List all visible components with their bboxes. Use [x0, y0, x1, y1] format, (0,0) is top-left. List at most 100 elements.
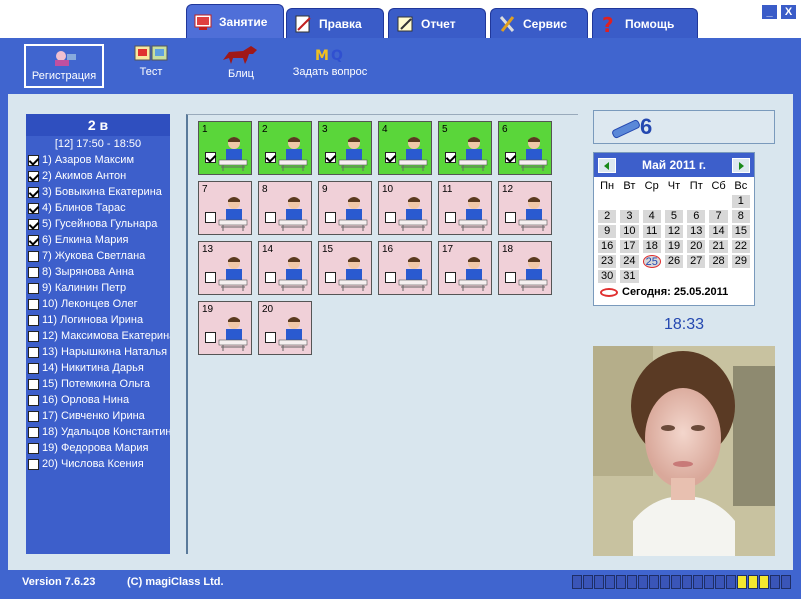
- calendar-day[interactable]: 10: [620, 225, 639, 238]
- student-checkbox[interactable]: [28, 202, 39, 214]
- computer-tile[interactable]: 12: [498, 181, 552, 235]
- computer-checkbox[interactable]: [205, 332, 216, 343]
- tab-edit[interactable]: Правка: [286, 8, 384, 38]
- calendar-day[interactable]: 4: [642, 210, 661, 223]
- computer-tile[interactable]: 16: [378, 241, 432, 295]
- calendar-day[interactable]: 5: [664, 210, 684, 223]
- calendar-day[interactable]: 15: [731, 225, 750, 238]
- calendar-day[interactable]: 30: [598, 270, 617, 283]
- computer-checkbox[interactable]: [505, 152, 516, 163]
- ask-question-button[interactable]: M Q Задать вопрос: [288, 44, 372, 88]
- student-checkbox[interactable]: [28, 458, 39, 470]
- calendar-day[interactable]: 13: [687, 225, 706, 238]
- student-item[interactable]: 3) Бовыкина Екатерина: [26, 184, 170, 200]
- calendar-day[interactable]: 27: [687, 255, 706, 268]
- computer-checkbox[interactable]: [325, 272, 336, 283]
- student-checkbox[interactable]: [28, 394, 39, 406]
- computer-checkbox[interactable]: [325, 152, 336, 163]
- student-checkbox[interactable]: [28, 378, 39, 390]
- calendar-day[interactable]: 17: [620, 240, 639, 253]
- student-item[interactable]: 15) Потемкина Ольга: [26, 376, 170, 392]
- computer-checkbox[interactable]: [205, 152, 216, 163]
- computer-tile[interactable]: 13: [198, 241, 252, 295]
- computer-tile[interactable]: 1: [198, 121, 252, 175]
- computer-checkbox[interactable]: [325, 212, 336, 223]
- student-checkbox[interactable]: [28, 282, 39, 294]
- computer-tile[interactable]: 4: [378, 121, 432, 175]
- student-item[interactable]: 6) Елкина Мария: [26, 232, 170, 248]
- student-checkbox[interactable]: [28, 154, 39, 166]
- computer-tile[interactable]: 17: [438, 241, 492, 295]
- computer-tile[interactable]: 15: [318, 241, 372, 295]
- test-button[interactable]: Тест: [126, 44, 176, 88]
- calendar-day[interactable]: 6: [687, 210, 706, 223]
- student-item[interactable]: 16) Орлова Нина: [26, 392, 170, 408]
- computer-checkbox[interactable]: [445, 272, 456, 283]
- registration-button[interactable]: Регистрация: [24, 44, 104, 88]
- calendar-day[interactable]: 14: [709, 225, 728, 238]
- student-item[interactable]: 11) Логинова Ирина: [26, 312, 170, 328]
- computer-tile[interactable]: 9: [318, 181, 372, 235]
- computer-tile[interactable]: 7: [198, 181, 252, 235]
- student-item[interactable]: 18) Удальцов Константин: [26, 424, 170, 440]
- calendar-day[interactable]: 18: [642, 240, 661, 253]
- computer-checkbox[interactable]: [265, 272, 276, 283]
- calendar-day[interactable]: 3: [620, 210, 639, 223]
- student-checkbox[interactable]: [28, 330, 39, 342]
- calendar-day[interactable]: 11: [642, 225, 661, 238]
- computer-tile[interactable]: 10: [378, 181, 432, 235]
- calendar-day[interactable]: 12: [664, 225, 684, 238]
- student-checkbox[interactable]: [28, 234, 39, 246]
- student-item[interactable]: 5) Гусейнова Гульнара: [26, 216, 170, 232]
- student-item[interactable]: 4) Блинов Тарас: [26, 200, 170, 216]
- student-item[interactable]: 19) Федорова Мария: [26, 440, 170, 456]
- student-item[interactable]: 12) Максимова Екатерина: [26, 328, 170, 344]
- calendar-day[interactable]: 25: [642, 255, 661, 268]
- student-item[interactable]: 13) Нарышкина Наталья: [26, 344, 170, 360]
- calendar-day[interactable]: 1: [731, 195, 750, 208]
- calendar-day[interactable]: 22: [731, 240, 750, 253]
- computer-tile[interactable]: 5: [438, 121, 492, 175]
- calendar-day[interactable]: 29: [731, 255, 750, 268]
- student-checkbox[interactable]: [28, 266, 39, 278]
- student-item[interactable]: 9) Калинин Петр: [26, 280, 170, 296]
- calendar-day[interactable]: 24: [620, 255, 639, 268]
- student-checkbox[interactable]: [28, 298, 39, 310]
- tab-service[interactable]: Сервис: [490, 8, 588, 38]
- computer-tile[interactable]: 3: [318, 121, 372, 175]
- computer-checkbox[interactable]: [445, 152, 456, 163]
- computer-checkbox[interactable]: [385, 272, 396, 283]
- tab-lesson[interactable]: Занятие: [186, 4, 284, 38]
- student-checkbox[interactable]: [28, 170, 39, 182]
- computer-checkbox[interactable]: [505, 212, 516, 223]
- student-item[interactable]: 10) Леконцев Олег: [26, 296, 170, 312]
- tab-report[interactable]: Отчет: [388, 8, 486, 38]
- computer-checkbox[interactable]: [265, 152, 276, 163]
- student-item[interactable]: 20) Числова Ксения: [26, 456, 170, 472]
- calendar-day[interactable]: 26: [664, 255, 684, 268]
- computer-checkbox[interactable]: [385, 152, 396, 163]
- computer-tile[interactable]: 6: [498, 121, 552, 175]
- calendar-day[interactable]: 21: [709, 240, 728, 253]
- calendar-day[interactable]: 23: [598, 255, 617, 268]
- computer-checkbox[interactable]: [385, 212, 396, 223]
- student-item[interactable]: 17) Сивченко Ирина: [26, 408, 170, 424]
- calendar-day[interactable]: 7: [709, 210, 728, 223]
- computer-tile[interactable]: 19: [198, 301, 252, 355]
- calendar-day[interactable]: 19: [664, 240, 684, 253]
- calendar-day[interactable]: 31: [620, 270, 639, 283]
- computer-checkbox[interactable]: [265, 212, 276, 223]
- student-item[interactable]: 1) Азаров Максим: [26, 152, 170, 168]
- prev-month-button[interactable]: [598, 157, 616, 173]
- tab-help[interactable]: ? Помощь: [592, 8, 698, 38]
- close-button[interactable]: X: [780, 4, 797, 20]
- student-checkbox[interactable]: [28, 442, 39, 454]
- blitz-button[interactable]: Блиц: [214, 44, 268, 88]
- calendar-today[interactable]: Сегодня: 25.05.2011: [594, 286, 754, 298]
- calendar-day[interactable]: 20: [687, 240, 706, 253]
- computer-checkbox[interactable]: [205, 212, 216, 223]
- student-checkbox[interactable]: [28, 186, 39, 198]
- computer-checkbox[interactable]: [205, 272, 216, 283]
- student-checkbox[interactable]: [28, 250, 39, 262]
- calendar-day[interactable]: 2: [598, 210, 617, 223]
